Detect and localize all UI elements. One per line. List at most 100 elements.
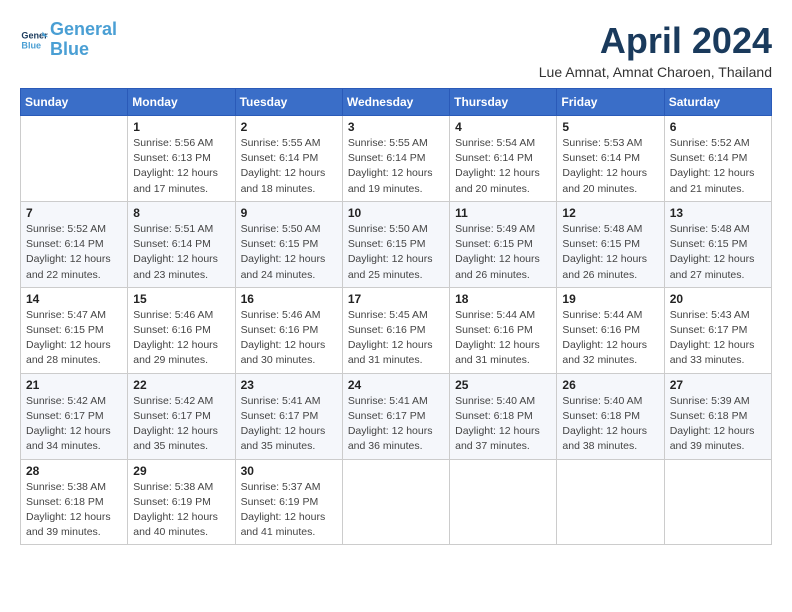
day-number: 17 bbox=[348, 292, 444, 306]
logo-line2: Blue bbox=[50, 39, 89, 59]
day-number: 19 bbox=[562, 292, 658, 306]
calendar-week-row: 7 Sunrise: 5:52 AM Sunset: 6:14 PM Daylig… bbox=[21, 201, 772, 287]
day-number: 3 bbox=[348, 120, 444, 134]
calendar-cell: 16 Sunrise: 5:46 AM Sunset: 6:16 PM Dayli… bbox=[235, 287, 342, 373]
day-info: Sunrise: 5:45 AM Sunset: 6:16 PM Dayligh… bbox=[348, 308, 444, 369]
day-info: Sunrise: 5:48 AM Sunset: 6:15 PM Dayligh… bbox=[562, 222, 658, 283]
calendar-cell: 18 Sunrise: 5:44 AM Sunset: 6:16 PM Dayli… bbox=[450, 287, 557, 373]
logo-line1: General bbox=[50, 19, 117, 39]
day-info: Sunrise: 5:38 AM Sunset: 6:19 PM Dayligh… bbox=[133, 480, 229, 541]
day-number: 28 bbox=[26, 464, 122, 478]
logo-icon: General Blue bbox=[20, 26, 48, 54]
weekday-header-monday: Monday bbox=[128, 89, 235, 116]
calendar-cell bbox=[21, 116, 128, 202]
day-number: 7 bbox=[26, 206, 122, 220]
calendar-cell: 1 Sunrise: 5:56 AM Sunset: 6:13 PM Daylig… bbox=[128, 116, 235, 202]
day-info: Sunrise: 5:53 AM Sunset: 6:14 PM Dayligh… bbox=[562, 136, 658, 197]
day-info: Sunrise: 5:55 AM Sunset: 6:14 PM Dayligh… bbox=[348, 136, 444, 197]
day-info: Sunrise: 5:56 AM Sunset: 6:13 PM Dayligh… bbox=[133, 136, 229, 197]
svg-text:Blue: Blue bbox=[21, 40, 41, 50]
day-info: Sunrise: 5:50 AM Sunset: 6:15 PM Dayligh… bbox=[348, 222, 444, 283]
calendar-cell bbox=[342, 459, 449, 545]
calendar-cell: 13Sunrise: 5:48 AM Sunset: 6:15 PM Dayli… bbox=[664, 201, 771, 287]
day-info: Sunrise: 5:43 AM Sunset: 6:17 PM Dayligh… bbox=[670, 308, 766, 369]
day-info: Sunrise: 5:49 AM Sunset: 6:15 PM Dayligh… bbox=[455, 222, 551, 283]
weekday-header-wednesday: Wednesday bbox=[342, 89, 449, 116]
day-number: 10 bbox=[348, 206, 444, 220]
day-number: 16 bbox=[241, 292, 337, 306]
day-number: 1 bbox=[133, 120, 229, 134]
day-number: 15 bbox=[133, 292, 229, 306]
calendar-cell: 22 Sunrise: 5:42 AM Sunset: 6:17 PM Dayli… bbox=[128, 373, 235, 459]
weekday-header-thursday: Thursday bbox=[450, 89, 557, 116]
day-number: 12 bbox=[562, 206, 658, 220]
calendar-cell: 6 Sunrise: 5:52 AM Sunset: 6:14 PM Daylig… bbox=[664, 116, 771, 202]
day-number: 21 bbox=[26, 378, 122, 392]
calendar-cell: 30Sunrise: 5:37 AM Sunset: 6:19 PM Dayli… bbox=[235, 459, 342, 545]
calendar-cell: 27Sunrise: 5:39 AM Sunset: 6:18 PM Dayli… bbox=[664, 373, 771, 459]
day-info: Sunrise: 5:44 AM Sunset: 6:16 PM Dayligh… bbox=[455, 308, 551, 369]
calendar-week-row: 14 Sunrise: 5:47 AM Sunset: 6:15 PM Dayli… bbox=[21, 287, 772, 373]
day-info: Sunrise: 5:55 AM Sunset: 6:14 PM Dayligh… bbox=[241, 136, 337, 197]
calendar-cell bbox=[664, 459, 771, 545]
day-number: 30 bbox=[241, 464, 337, 478]
day-info: Sunrise: 5:41 AM Sunset: 6:17 PM Dayligh… bbox=[241, 394, 337, 455]
calendar-cell: 19Sunrise: 5:44 AM Sunset: 6:16 PM Dayli… bbox=[557, 287, 664, 373]
day-number: 22 bbox=[133, 378, 229, 392]
day-info: Sunrise: 5:51 AM Sunset: 6:14 PM Dayligh… bbox=[133, 222, 229, 283]
day-number: 14 bbox=[26, 292, 122, 306]
calendar-cell: 23Sunrise: 5:41 AM Sunset: 6:17 PM Dayli… bbox=[235, 373, 342, 459]
calendar-cell: 17 Sunrise: 5:45 AM Sunset: 6:16 PM Dayli… bbox=[342, 287, 449, 373]
calendar-cell: 9 Sunrise: 5:50 AM Sunset: 6:15 PM Daylig… bbox=[235, 201, 342, 287]
day-info: Sunrise: 5:52 AM Sunset: 6:14 PM Dayligh… bbox=[670, 136, 766, 197]
calendar-cell: 15 Sunrise: 5:46 AM Sunset: 6:16 PM Dayli… bbox=[128, 287, 235, 373]
calendar-cell: 3 Sunrise: 5:55 AM Sunset: 6:14 PM Daylig… bbox=[342, 116, 449, 202]
calendar-cell: 28 Sunrise: 5:38 AM Sunset: 6:18 PM Dayli… bbox=[21, 459, 128, 545]
day-info: Sunrise: 5:50 AM Sunset: 6:15 PM Dayligh… bbox=[241, 222, 337, 283]
calendar-cell: 5Sunrise: 5:53 AM Sunset: 6:14 PM Daylig… bbox=[557, 116, 664, 202]
day-number: 8 bbox=[133, 206, 229, 220]
day-info: Sunrise: 5:42 AM Sunset: 6:17 PM Dayligh… bbox=[133, 394, 229, 455]
logo: General Blue General Blue bbox=[20, 20, 117, 60]
day-info: Sunrise: 5:39 AM Sunset: 6:18 PM Dayligh… bbox=[670, 394, 766, 455]
calendar-cell: 4Sunrise: 5:54 AM Sunset: 6:14 PM Daylig… bbox=[450, 116, 557, 202]
weekday-header-friday: Friday bbox=[557, 89, 664, 116]
weekday-header-sunday: Sunday bbox=[21, 89, 128, 116]
day-info: Sunrise: 5:40 AM Sunset: 6:18 PM Dayligh… bbox=[455, 394, 551, 455]
calendar-cell: 14 Sunrise: 5:47 AM Sunset: 6:15 PM Dayli… bbox=[21, 287, 128, 373]
calendar-week-row: 21 Sunrise: 5:42 AM Sunset: 6:17 PM Dayli… bbox=[21, 373, 772, 459]
calendar-cell: 11 Sunrise: 5:49 AM Sunset: 6:15 PM Dayli… bbox=[450, 201, 557, 287]
day-number: 24 bbox=[348, 378, 444, 392]
day-info: Sunrise: 5:38 AM Sunset: 6:18 PM Dayligh… bbox=[26, 480, 122, 541]
day-number: 13 bbox=[670, 206, 766, 220]
day-info: Sunrise: 5:40 AM Sunset: 6:18 PM Dayligh… bbox=[562, 394, 658, 455]
day-info: Sunrise: 5:52 AM Sunset: 6:14 PM Dayligh… bbox=[26, 222, 122, 283]
day-number: 18 bbox=[455, 292, 551, 306]
day-number: 2 bbox=[241, 120, 337, 134]
calendar-week-row: 28 Sunrise: 5:38 AM Sunset: 6:18 PM Dayli… bbox=[21, 459, 772, 545]
calendar-cell: 10 Sunrise: 5:50 AM Sunset: 6:15 PM Dayli… bbox=[342, 201, 449, 287]
day-number: 26 bbox=[562, 378, 658, 392]
month-title: April 2024 bbox=[539, 20, 772, 62]
calendar-cell: 12 Sunrise: 5:48 AM Sunset: 6:15 PM Dayli… bbox=[557, 201, 664, 287]
day-number: 6 bbox=[670, 120, 766, 134]
calendar-cell: 20 Sunrise: 5:43 AM Sunset: 6:17 PM Dayli… bbox=[664, 287, 771, 373]
day-info: Sunrise: 5:47 AM Sunset: 6:15 PM Dayligh… bbox=[26, 308, 122, 369]
day-info: Sunrise: 5:46 AM Sunset: 6:16 PM Dayligh… bbox=[241, 308, 337, 369]
weekday-header-saturday: Saturday bbox=[664, 89, 771, 116]
calendar-week-row: 1 Sunrise: 5:56 AM Sunset: 6:13 PM Daylig… bbox=[21, 116, 772, 202]
day-info: Sunrise: 5:41 AM Sunset: 6:17 PM Dayligh… bbox=[348, 394, 444, 455]
calendar-cell: 26 Sunrise: 5:40 AM Sunset: 6:18 PM Dayli… bbox=[557, 373, 664, 459]
location-subtitle: Lue Amnat, Amnat Charoen, Thailand bbox=[539, 64, 772, 80]
weekday-header-row: SundayMondayTuesdayWednesdayThursdayFrid… bbox=[21, 89, 772, 116]
day-number: 11 bbox=[455, 206, 551, 220]
page-header: General Blue General Blue April 2024 Lue… bbox=[20, 20, 772, 80]
day-number: 4 bbox=[455, 120, 551, 134]
calendar-table: SundayMondayTuesdayWednesdayThursdayFrid… bbox=[20, 88, 772, 545]
day-number: 9 bbox=[241, 206, 337, 220]
day-number: 20 bbox=[670, 292, 766, 306]
day-number: 29 bbox=[133, 464, 229, 478]
title-area: April 2024 Lue Amnat, Amnat Charoen, Tha… bbox=[539, 20, 772, 80]
day-info: Sunrise: 5:46 AM Sunset: 6:16 PM Dayligh… bbox=[133, 308, 229, 369]
weekday-header-tuesday: Tuesday bbox=[235, 89, 342, 116]
